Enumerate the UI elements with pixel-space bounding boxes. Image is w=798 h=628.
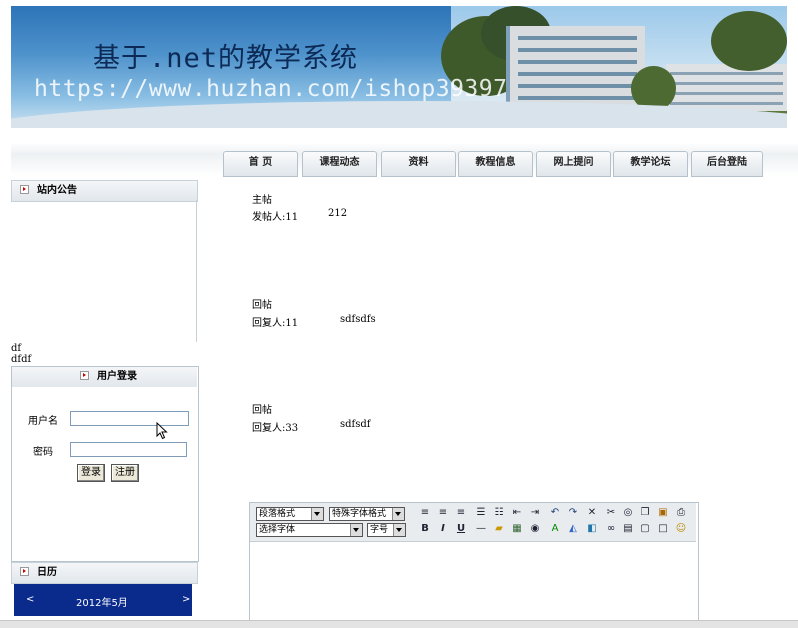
special-format-value: 特殊字体格式 xyxy=(332,509,387,519)
chevron-down-icon xyxy=(393,524,405,536)
font-select-value: 选择字体 xyxy=(259,525,296,535)
nav-online-questions[interactable]: 网上提问 xyxy=(536,151,611,177)
image-icon[interactable]: ▦ xyxy=(510,522,524,536)
special-char-icon[interactable]: □ xyxy=(656,522,670,536)
text-color-icon[interactable]: A xyxy=(548,522,562,536)
calendar-header-label: 日历 xyxy=(37,567,57,578)
notice-header-label: 站内公告 xyxy=(37,185,77,196)
font-size-select[interactable]: 字号 xyxy=(367,523,406,537)
calendar-month: 2012年5月 xyxy=(76,598,128,609)
post-content: 212 xyxy=(328,208,348,219)
copy-icon[interactable]: ❐ xyxy=(638,506,652,520)
notice-line: dfdf xyxy=(11,354,32,365)
register-button[interactable]: 注册 xyxy=(111,464,139,482)
align-right-icon[interactable]: ≡ xyxy=(454,506,468,520)
nav-teaching-forum[interactable]: 教学论坛 xyxy=(613,151,688,177)
outdent-icon[interactable]: ⇤ xyxy=(510,506,524,520)
mouse-cursor-icon xyxy=(156,422,168,440)
nav-materials[interactable]: 资料 xyxy=(381,151,456,177)
notice-box xyxy=(11,200,197,342)
calendar-next-button[interactable]: > xyxy=(182,594,190,605)
chevron-down-icon xyxy=(311,508,323,520)
post-type: 回帖 xyxy=(252,405,272,416)
remove-format-icon[interactable]: ✕ xyxy=(585,506,599,520)
site-title: 基于.net的教学系统 xyxy=(93,43,359,74)
password-label: 密码 xyxy=(33,447,53,458)
nav-tutorial-info[interactable]: 教程信息 xyxy=(458,151,533,177)
nav-course-news[interactable]: 课程动态 xyxy=(302,151,377,177)
italic-icon[interactable]: I xyxy=(436,522,450,536)
calendar-header: 日历 xyxy=(11,562,198,584)
post-content: sdfsdf xyxy=(340,419,371,430)
underline-icon[interactable]: U xyxy=(454,522,468,536)
post-author: 回复人:33 xyxy=(252,423,299,434)
password-input[interactable] xyxy=(70,442,187,457)
folder-icon[interactable]: ▰ xyxy=(492,522,506,536)
table-icon[interactable]: ▤ xyxy=(621,522,635,536)
username-label: 用户名 xyxy=(28,416,58,427)
paragraph-format-value: 段落格式 xyxy=(259,509,296,519)
redo-icon[interactable]: ↷ xyxy=(566,506,580,520)
layer-icon[interactable]: ▢ xyxy=(638,522,652,536)
align-left-icon[interactable]: ≡ xyxy=(418,506,432,520)
link-icon[interactable]: ∞ xyxy=(604,522,618,536)
calendar-prev-button[interactable]: < xyxy=(26,594,34,605)
arrow-icon xyxy=(80,371,89,380)
ordered-list-icon[interactable]: ☷ xyxy=(492,506,506,520)
post-author: 发帖人:11 xyxy=(252,212,299,223)
chevron-down-icon xyxy=(350,524,362,536)
nav-home[interactable]: 首 页 xyxy=(223,151,298,177)
bold-icon[interactable]: B xyxy=(418,522,432,536)
paste-icon[interactable]: ▣ xyxy=(656,506,670,520)
arrow-icon xyxy=(20,185,29,194)
media-icon[interactable]: ◉ xyxy=(528,522,542,536)
username-input[interactable] xyxy=(70,411,189,426)
post-type: 回帖 xyxy=(252,300,272,311)
chevron-down-icon xyxy=(392,508,404,520)
watermark-url: https://www.huzhan.com/ishop39397 xyxy=(34,76,508,102)
unordered-list-icon[interactable]: ☰ xyxy=(474,506,488,520)
login-header-label: 用户登录 xyxy=(97,371,137,382)
font-select[interactable]: 选择字体 xyxy=(256,523,363,537)
post-content: sdfsdfs xyxy=(340,314,376,325)
nav-admin-login[interactable]: 后台登陆 xyxy=(691,151,763,177)
background-color-icon[interactable]: ◭ xyxy=(566,522,580,536)
notice-line: df xyxy=(11,343,22,354)
insert-file-icon[interactable]: ◧ xyxy=(585,522,599,536)
undo-icon[interactable]: ↶ xyxy=(548,506,562,520)
special-format-select[interactable]: 特殊字体格式 xyxy=(329,507,405,521)
find-icon[interactable]: ◎ xyxy=(621,506,635,520)
smiley-icon[interactable]: ☺ xyxy=(674,522,688,536)
font-size-value: 字号 xyxy=(370,525,389,535)
login-header: 用户登录 xyxy=(12,367,197,387)
cut-icon[interactable]: ✂ xyxy=(604,506,618,520)
login-button[interactable]: 登录 xyxy=(77,464,105,482)
align-center-icon[interactable]: ≡ xyxy=(436,506,450,520)
indent-icon[interactable]: ⇥ xyxy=(528,506,542,520)
login-box xyxy=(11,366,199,562)
post-type: 主帖 xyxy=(252,195,272,206)
horizontal-rule-icon[interactable]: — xyxy=(474,522,488,536)
print-icon[interactable]: ⎙ xyxy=(674,506,688,520)
paragraph-format-select[interactable]: 段落格式 xyxy=(256,507,324,521)
notice-header: 站内公告 xyxy=(11,180,198,202)
calendar-bar: < 2012年5月 > xyxy=(14,584,192,616)
post-author: 回复人:11 xyxy=(252,318,299,329)
arrow-icon xyxy=(20,567,29,576)
